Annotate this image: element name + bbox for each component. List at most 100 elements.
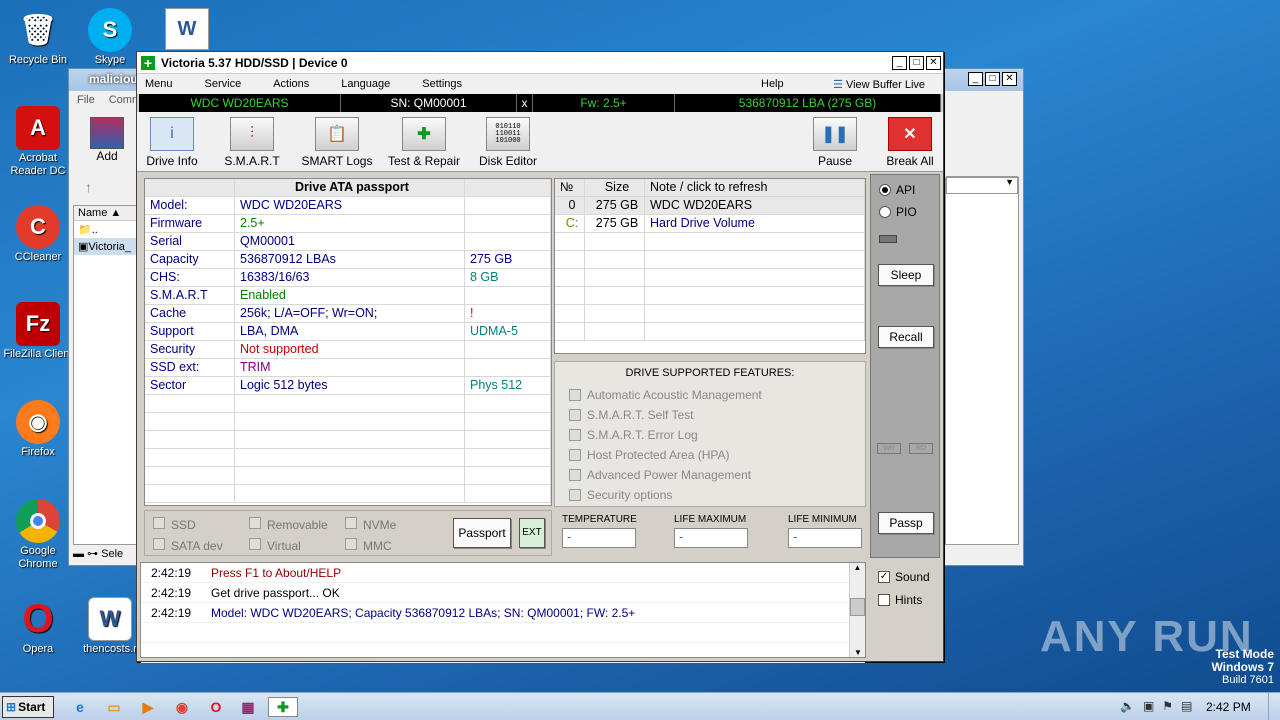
menu-menu[interactable]: Menu <box>137 78 181 90</box>
sata-checkbox[interactable]: SATA dev <box>153 538 223 553</box>
ie-icon[interactable]: e <box>68 697 92 717</box>
action-center-icon[interactable]: ▤ <box>1181 699 1192 713</box>
victoria-taskbar-icon[interactable]: ✚ <box>268 697 298 717</box>
view-buffer-live[interactable]: ☰ View Buffer Live <box>833 78 925 91</box>
info-close-x[interactable]: x <box>517 94 533 112</box>
smart-button[interactable]: ⫶ S.M.A.R.T <box>221 117 283 168</box>
minimize-button[interactable]: _ <box>892 55 907 70</box>
menu-actions[interactable]: Actions <box>265 78 317 90</box>
table-row[interactable] <box>555 251 865 269</box>
close-button[interactable]: ✕ <box>926 55 941 70</box>
network-icon[interactable]: ▣ <box>1143 699 1154 713</box>
menu-settings[interactable]: Settings <box>414 78 470 90</box>
table-row[interactable] <box>555 233 865 251</box>
feature-checkbox[interactable]: Host Protected Area (HPA) <box>555 445 865 465</box>
table-row[interactable]: 0 275 GB WDC WD20EARS <box>555 197 865 215</box>
drive-number: 0 <box>555 197 585 214</box>
col-size[interactable]: Size <box>585 179 645 196</box>
table-row[interactable]: C: 275 GB Hard Drive Volume <box>555 215 865 233</box>
log-entry <box>141 643 865 663</box>
maximize-button[interactable]: □ <box>909 55 924 70</box>
bg-close-button[interactable]: ✕ <box>1002 72 1017 86</box>
drive-size <box>585 251 645 268</box>
desktop-icon-firefox[interactable]: ◉ Firefox <box>0 400 76 459</box>
drive-note <box>645 287 865 304</box>
nvme-checkbox[interactable]: NVMe <box>345 517 396 532</box>
feature-label: Advanced Power Management <box>587 468 752 482</box>
menu-help[interactable]: Help <box>753 78 792 90</box>
list-item[interactable]: ▣Victoria_ <box>74 238 136 255</box>
bg-menu-file[interactable]: File <box>69 94 103 106</box>
table-row[interactable] <box>555 305 865 323</box>
passport-key: Sector <box>145 377 235 394</box>
table-row: S.M.A.R.T Enabled <box>145 287 551 305</box>
bg-add-button[interactable]: Add <box>87 117 127 163</box>
recall-button[interactable]: Recall <box>878 326 934 348</box>
list-item[interactable]: 📁.. <box>74 221 136 238</box>
desktop-icon-filezilla[interactable]: Fz FileZilla Client <box>0 302 76 361</box>
feature-checkbox[interactable]: S.M.A.R.T. Error Log <box>555 425 865 445</box>
feature-label: S.M.A.R.T. Error Log <box>587 428 698 442</box>
menu-language[interactable]: Language <box>333 78 398 90</box>
table-row[interactable] <box>555 287 865 305</box>
virtual-checkbox[interactable]: Virtual <box>249 538 301 553</box>
feature-checkbox[interactable]: Advanced Power Management <box>555 465 865 485</box>
passport-value <box>235 413 465 430</box>
removable-checkbox[interactable]: Removable <box>249 517 328 532</box>
pio-radio[interactable]: PIO <box>879 205 917 219</box>
hints-checkbox[interactable]: Hints <box>878 593 922 607</box>
desktop-icon-ccleaner[interactable]: C CCleaner <box>0 205 76 264</box>
mmc-checkbox[interactable]: MMC <box>345 538 392 553</box>
test-repair-button[interactable]: ✚ Test & Repair <box>385 117 463 168</box>
feature-checkbox[interactable]: S.M.A.R.T. Self Test <box>555 405 865 425</box>
passport-key: Firmware <box>145 215 235 232</box>
speaker-icon[interactable]: 🔈 <box>1120 699 1135 713</box>
api-radio[interactable]: API <box>879 183 915 197</box>
desktop-icon-chrome[interactable]: Google Chrome <box>0 499 76 571</box>
ext-button[interactable]: EXT <box>519 518 545 548</box>
feature-checkbox[interactable]: Security options <box>555 485 865 505</box>
start-button[interactable]: ⊞ Start <box>2 696 54 718</box>
drive-info-button[interactable]: i Drive Info <box>141 117 203 168</box>
bg-minimize-button[interactable]: _ <box>968 72 983 86</box>
flag-icon[interactable]: ⚑ <box>1162 699 1173 713</box>
sleep-button[interactable]: Sleep <box>878 264 934 286</box>
passport-button[interactable]: Passport <box>453 518 511 548</box>
bg-column-name[interactable]: Name ▲ <box>74 206 136 221</box>
sound-checkbox[interactable]: ✓ Sound <box>878 570 930 584</box>
media-player-icon[interactable]: ▶ <box>136 697 160 717</box>
desktop-icon-opera[interactable]: O Opera <box>0 597 76 656</box>
desktop-icon-acrobat[interactable]: A Acrobat Reader DC <box>0 106 76 178</box>
table-row <box>145 467 551 485</box>
winrar-icon[interactable]: ▦ <box>236 697 260 717</box>
opera-icon[interactable]: O <box>204 697 228 717</box>
col-number[interactable]: № <box>555 179 585 196</box>
show-desktop-button[interactable] <box>1268 693 1280 720</box>
smart-logs-button[interactable]: 📋 SMART Logs <box>301 117 373 168</box>
menu-service[interactable]: Service <box>197 78 250 90</box>
col-note[interactable]: Note / click to refresh <box>645 179 865 196</box>
table-row[interactable] <box>555 269 865 287</box>
clock[interactable]: 2:42 PM <box>1206 700 1251 714</box>
word-doc-icon-top[interactable]: W <box>165 8 209 50</box>
chrome-icon[interactable]: ◉ <box>170 697 194 717</box>
passport-key: Cache <box>145 305 235 322</box>
passport-value <box>235 485 465 502</box>
bg-maximize-button[interactable]: □ <box>985 72 1000 86</box>
logs-icon: 📋 <box>315 117 359 151</box>
victoria-window[interactable]: + Victoria 5.37 HDD/SSD | Device 0 _ □ ✕… <box>136 51 944 663</box>
feature-checkbox[interactable]: Automatic Acoustic Management <box>555 385 865 405</box>
bg-dropdown[interactable]: ▼ <box>946 176 1018 194</box>
desktop-icon-recycle-bin[interactable]: 🗑 Recycle Bin <box>0 8 76 67</box>
table-row[interactable] <box>555 323 865 341</box>
pause-button[interactable]: ❚❚ Pause <box>813 117 857 168</box>
disk-editor-button[interactable]: 010110 110011 101000 Disk Editor <box>477 117 539 168</box>
list-icon: ☰ <box>833 78 843 91</box>
log-scrollbar[interactable]: ▲ ▼ <box>849 563 865 657</box>
ssd-checkbox[interactable]: SSD <box>153 517 196 532</box>
break-all-button[interactable]: ✕ Break All <box>885 117 935 168</box>
log-time: 2:42:19 <box>151 605 192 620</box>
bg-up-arrow-icon[interactable]: ↑ <box>85 179 92 195</box>
passp-button[interactable]: Passp <box>878 512 934 534</box>
explorer-icon[interactable]: ▭ <box>102 697 126 717</box>
